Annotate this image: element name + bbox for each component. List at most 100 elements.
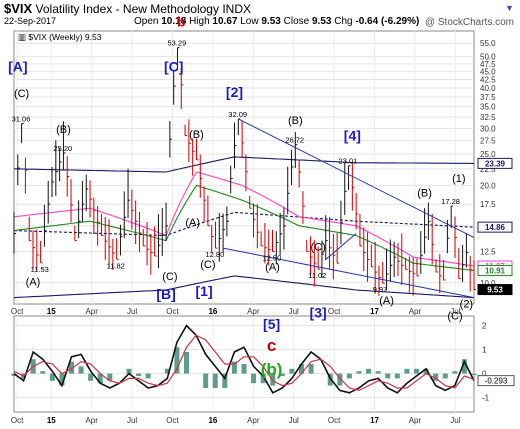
- price-tag: 10.91: [485, 267, 506, 276]
- macd-y-tick: 2: [482, 322, 487, 331]
- price-x-tick: Apr: [85, 307, 98, 316]
- macd-histogram-bar: [289, 368, 295, 374]
- price-y-tick: 32.5: [480, 113, 496, 122]
- macd-histogram-bar: [136, 373, 142, 376]
- price-y-tick: 35.0: [480, 103, 496, 112]
- price-x-tick: Oct: [328, 307, 341, 316]
- macd-x-tick: Oct: [11, 416, 24, 425]
- price-y-tick: 30.0: [480, 124, 496, 133]
- price-y-tick: 17.5: [480, 200, 496, 209]
- wave-label: [4]: [344, 128, 361, 144]
- price-y-tick: 20.0: [480, 181, 496, 190]
- macd-histogram-bar: [442, 373, 448, 379]
- macd-x-tick: Jul: [127, 416, 137, 425]
- wave-label: [2]: [226, 84, 243, 100]
- macd-y-tick: -1: [482, 394, 490, 403]
- macd-x-tick: Oct: [328, 416, 341, 425]
- price-tag: 14.86: [485, 223, 506, 232]
- price-x-tick: Jul: [127, 307, 137, 316]
- macd-histogram-bar: [88, 373, 94, 381]
- wave-label: (B): [288, 115, 303, 127]
- wave-label: [3]: [310, 305, 327, 321]
- price-x-tick: 15: [47, 307, 56, 316]
- value-label: 25.20: [53, 144, 72, 153]
- macd-histogram-bar: [414, 368, 419, 374]
- price-y-tick: 40.0: [480, 84, 496, 93]
- stockcharts-vix-chart: $VIX Volatility Index - New Methodology …: [0, 0, 520, 429]
- value-label: 23.01: [339, 157, 358, 166]
- macd-histogram-bar: [251, 373, 257, 384]
- wave-label: [A]: [8, 58, 27, 74]
- price-x-tick: Apr: [247, 307, 260, 316]
- macd-histogram-bar: [184, 352, 189, 374]
- macd-histogram-bar: [241, 364, 247, 374]
- price-y-tick: 37.5: [480, 93, 496, 102]
- wave-label: b: [177, 13, 186, 29]
- price-legend: ▥ $VIX (Weekly) 9.53: [18, 32, 102, 42]
- macd-y-tick: 1: [482, 346, 487, 355]
- macd-x-tick: 16: [208, 416, 217, 425]
- macd-x-tick: Jul: [289, 416, 299, 425]
- wave-label: (C): [162, 271, 177, 283]
- macd-x-tick: Apr: [247, 416, 260, 425]
- macd-x-tick: Apr: [85, 416, 98, 425]
- wave-label: (B): [417, 187, 432, 199]
- macd-histogram-bar: [356, 371, 362, 374]
- price-x-tick: Apr: [409, 307, 422, 316]
- value-label: 11.53: [31, 265, 49, 274]
- macd-x-tick: Apr: [409, 416, 422, 425]
- macd-histogram-bar: [404, 368, 410, 374]
- macd-histogram-bar: [203, 373, 209, 388]
- macd-histogram-bar: [385, 373, 391, 379]
- macd-histogram-bar: [78, 366, 84, 374]
- wave-label: (A): [265, 262, 280, 274]
- wave-label: (C): [200, 259, 215, 271]
- macd-wave-label: (b): [261, 360, 283, 379]
- value-label: 11.82: [107, 261, 125, 270]
- macd-histogram-bar: [394, 373, 400, 379]
- wave-label: (B): [189, 129, 204, 141]
- wave-label: (A): [185, 217, 200, 229]
- price-y-tick: 12.5: [480, 247, 496, 256]
- value-label: 53.29: [167, 39, 186, 48]
- price-y-tick: 27.5: [480, 137, 496, 146]
- macd-histogram-bar: [452, 371, 458, 374]
- price-panel-frame: [13, 30, 475, 305]
- macd-histogram-bar: [40, 371, 46, 374]
- price-x-tick: Jul: [289, 307, 299, 316]
- price-tag: 23.39: [485, 159, 506, 168]
- wave-label: (C): [310, 241, 325, 253]
- macd-histogram-bar: [366, 368, 372, 374]
- price-x-tick: Jul: [450, 307, 460, 316]
- value-label: 9.97: [373, 285, 388, 294]
- value-label: 32.09: [228, 110, 247, 119]
- macd-x-tick: 17: [370, 416, 379, 425]
- macd-histogram-bar: [471, 373, 477, 375]
- wave-label: (A): [26, 277, 41, 289]
- chart-canvas: 55.050.047.545.042.540.037.535.032.530.0…: [8, 13, 515, 425]
- macd-x-tick: Oct: [166, 416, 179, 425]
- wave-label: [C]: [164, 58, 183, 74]
- wave-label: (C): [14, 88, 29, 100]
- price-x-tick: 16: [208, 307, 217, 316]
- macd-histogram-bar: [212, 373, 218, 388]
- wave-label: [B]: [156, 286, 175, 302]
- macd-x-tick: 15: [47, 416, 56, 425]
- macd-histogram-bar: [308, 364, 314, 374]
- wave-label: (1): [452, 173, 465, 185]
- value-label: 17.28: [441, 197, 460, 206]
- macd-histogram-bar: [145, 373, 151, 379]
- price-x-tick: 17: [370, 307, 379, 316]
- value-label: 31.06: [12, 115, 31, 124]
- wave-label: (2): [460, 298, 473, 310]
- wave-label: (B): [56, 124, 71, 136]
- value-label: 12.80: [205, 250, 224, 259]
- price-x-tick: Oct: [11, 307, 24, 316]
- price-y-tick: 55.0: [480, 39, 496, 48]
- macd-wave-label: c: [267, 336, 276, 355]
- macd-x-tick: Jul: [450, 416, 460, 425]
- value-label: 26.72: [285, 136, 304, 145]
- price-x-tick: Oct: [166, 307, 179, 316]
- macd-wave-label: [5]: [263, 316, 280, 332]
- macd-histogram-bar: [346, 373, 352, 379]
